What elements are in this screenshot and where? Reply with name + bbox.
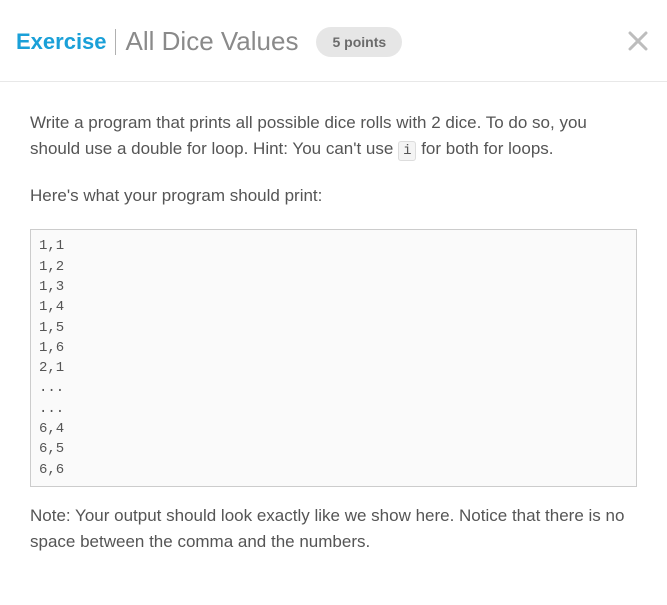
header-divider [115, 29, 116, 55]
note-paragraph: Note: Your output should look exactly li… [30, 503, 637, 556]
lead-paragraph: Here's what your program should print: [30, 183, 637, 209]
exercise-content: Write a program that prints all possible… [0, 82, 667, 576]
close-button[interactable] [627, 30, 649, 52]
intro-paragraph: Write a program that prints all possible… [30, 110, 637, 163]
inline-code-i: i [398, 141, 416, 161]
page-title: All Dice Values [126, 26, 299, 57]
intro-text-post: for both for loops. [416, 139, 553, 158]
points-badge: 5 points [316, 27, 402, 57]
exercise-header: Exercise All Dice Values 5 points [0, 0, 667, 82]
close-icon [627, 30, 649, 52]
expected-output-code: 1,1 1,2 1,3 1,4 1,5 1,6 2,1 ... ... 6,4 … [30, 229, 637, 487]
exercise-label: Exercise [16, 29, 107, 55]
